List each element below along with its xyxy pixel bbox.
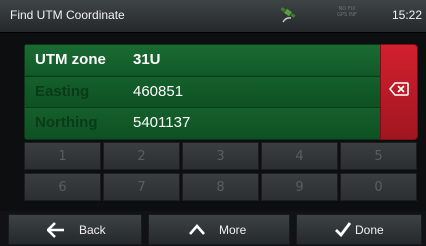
backspace-icon [389,82,409,96]
arrow-left-icon [47,222,64,238]
status-bar: Find UTM Coordinate NO FIX GPS INF 15:22 [0,0,426,33]
easting-row[interactable]: Easting 460851 [25,76,380,107]
key-4[interactable]: 4 [261,142,338,170]
easting-value: 460851 [133,83,184,100]
done-label: Done [355,223,384,237]
clock: 15:22 [391,8,422,22]
page-title: Find UTM Coordinate [10,8,125,22]
key-9[interactable]: 9 [261,173,338,201]
key-8[interactable]: 8 [182,173,259,201]
northing-value: 5401137 [133,114,191,131]
back-button[interactable]: Back [8,214,142,245]
utm-zone-value: 31U [133,51,161,68]
utm-zone-label: UTM zone [35,51,106,68]
back-label: Back [79,223,106,237]
chevron-up-icon [189,224,205,235]
more-button[interactable]: More [148,214,290,245]
key-1[interactable]: 1 [24,142,101,170]
key-3[interactable]: 3 [182,142,259,170]
bottom-toolbar: Back More Done [0,211,426,246]
key-7[interactable]: 7 [103,173,180,201]
key-2[interactable]: 2 [103,142,180,170]
northing-row[interactable]: Northing 5401137 [25,107,380,138]
checkmark-icon [335,222,351,237]
northing-label: Northing [35,114,98,131]
key-0[interactable]: 0 [340,173,417,201]
more-label: More [219,223,247,237]
coordinate-panel: UTM zone 31U Easting 460851 Northing 540… [24,44,381,140]
backspace-button[interactable] [380,44,418,140]
key-5[interactable]: 5 [340,142,417,170]
utm-zone-row[interactable]: UTM zone 31U [25,45,380,75]
gps-status-badge: NO FIX GPS INF [337,6,357,18]
done-button[interactable]: Done [296,214,422,245]
numeric-keypad: 1 2 3 4 5 6 7 8 9 0 [24,142,417,204]
easting-label: Easting [35,83,90,100]
satellite-icon [280,7,296,23]
key-6[interactable]: 6 [24,173,101,201]
